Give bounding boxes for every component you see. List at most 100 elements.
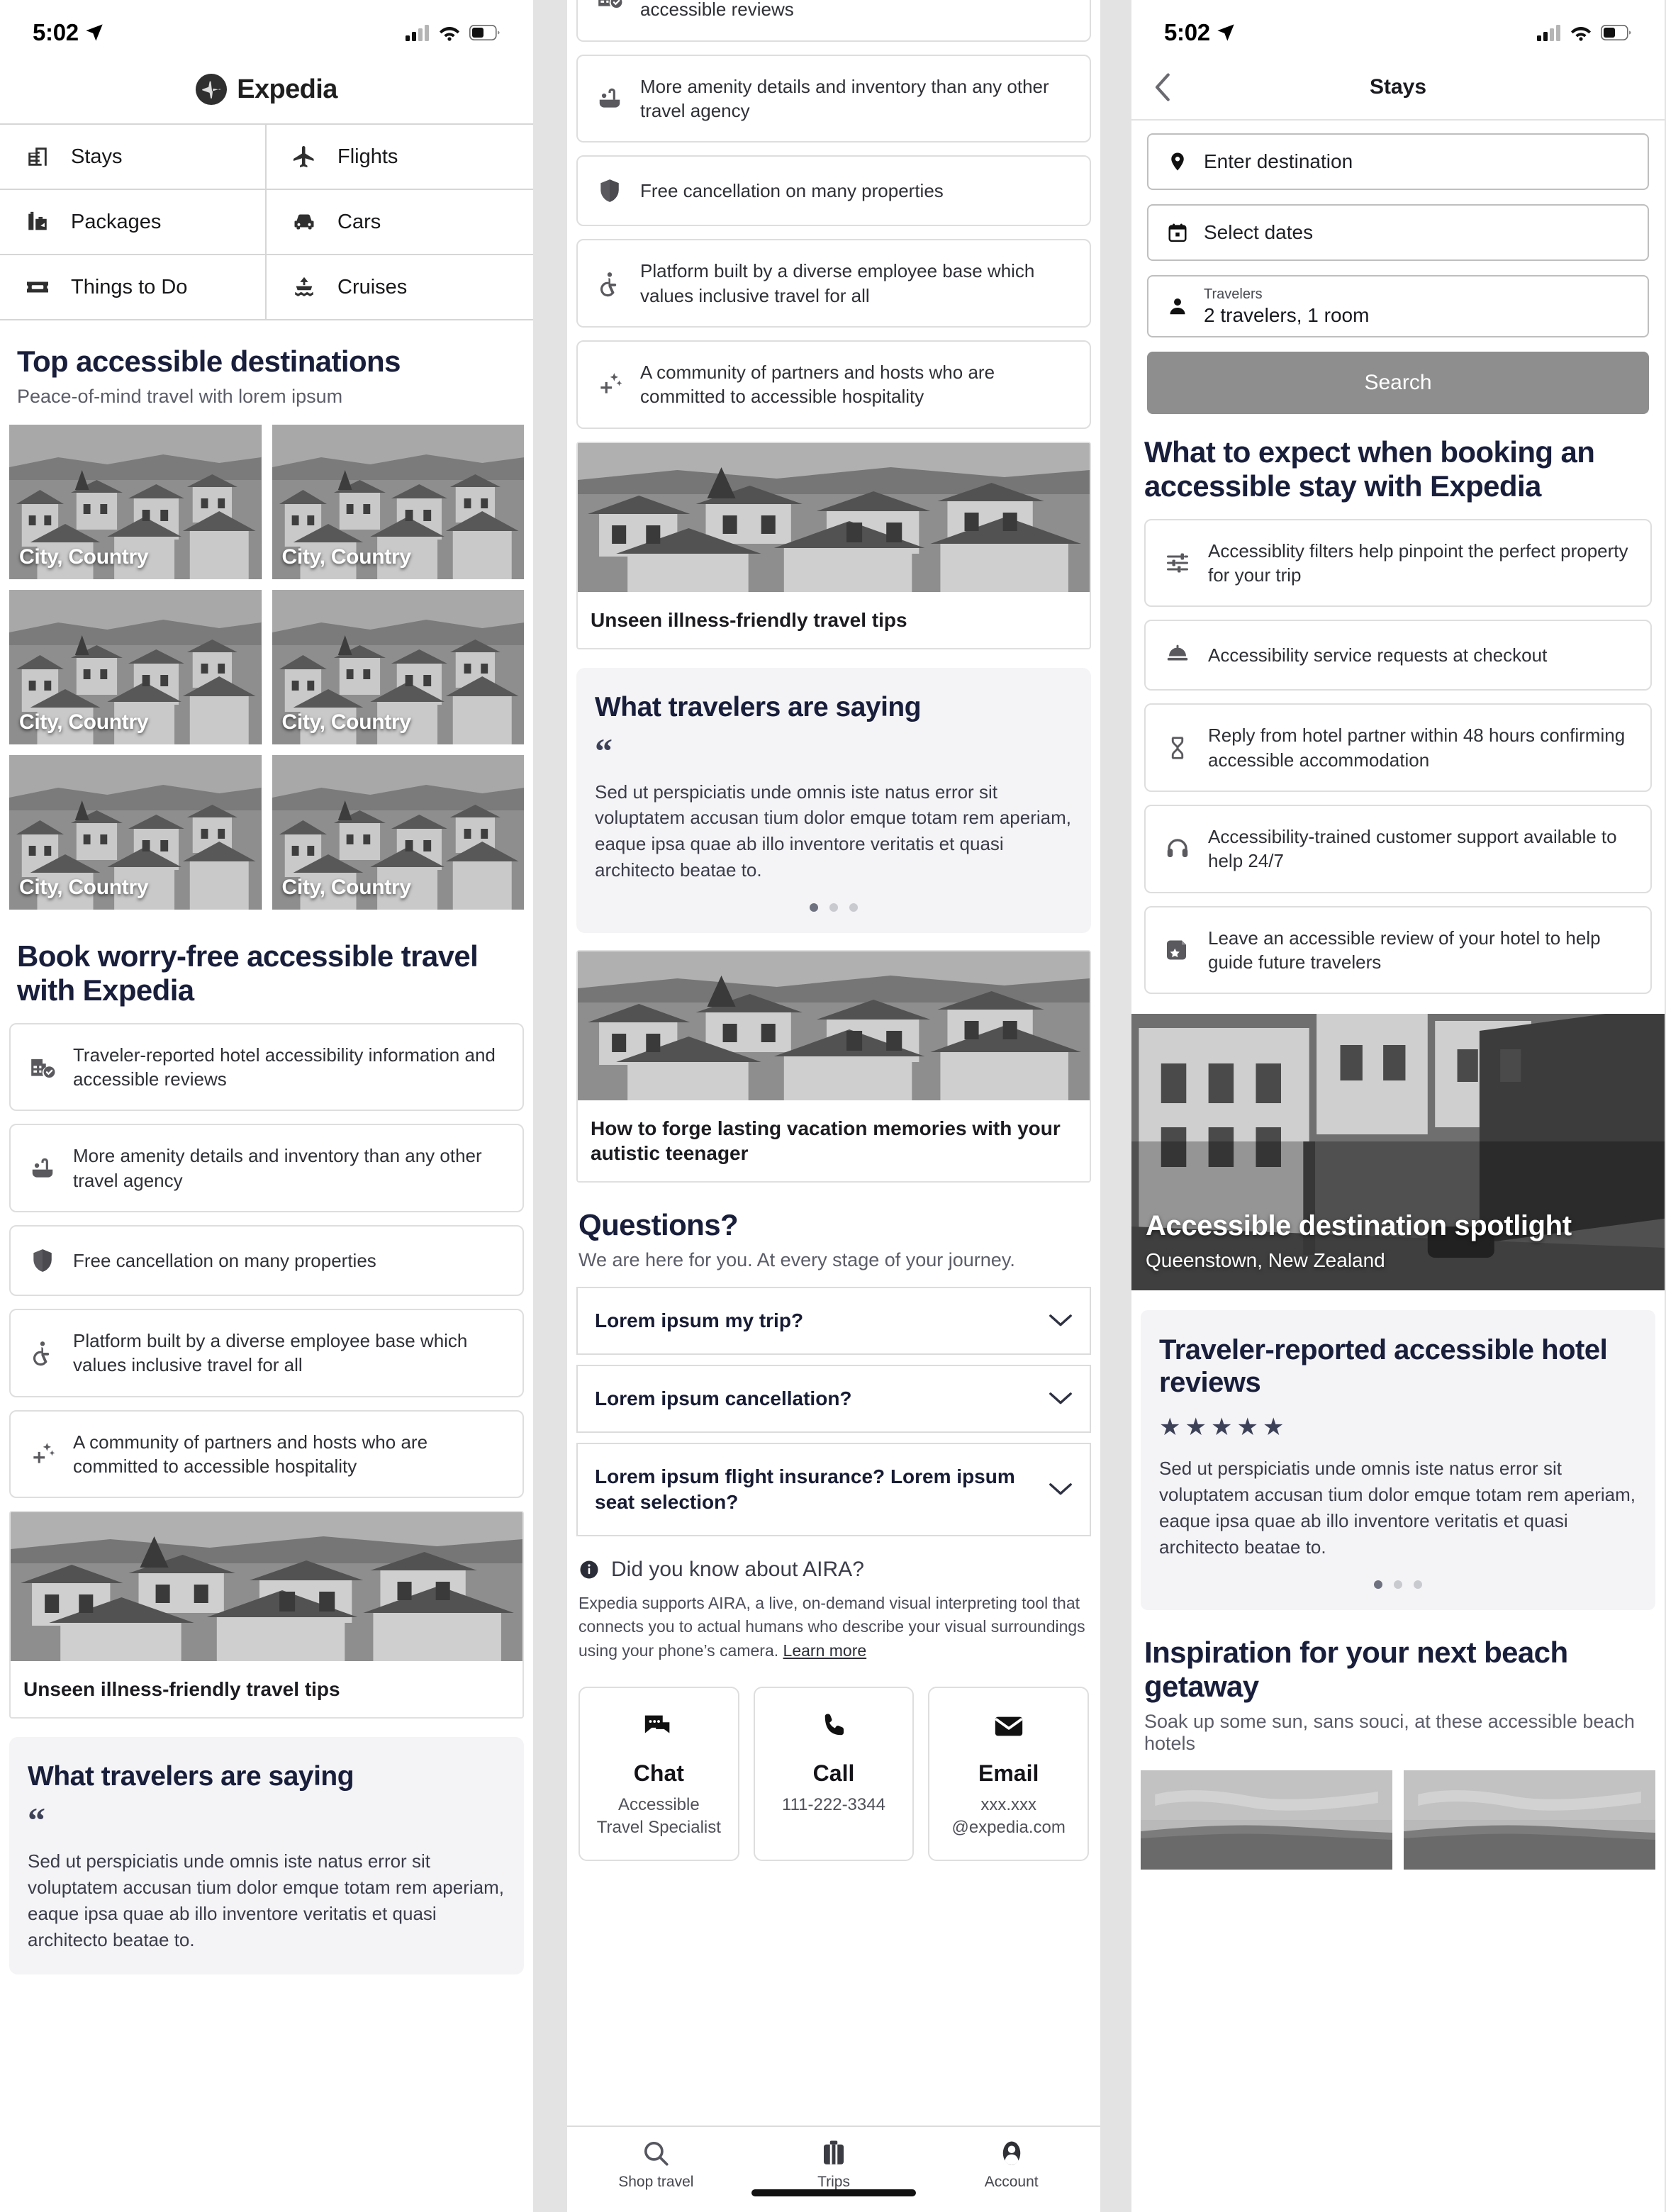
article-caption: Unseen illness-friendly travel tips (23, 1678, 340, 1701)
tab-trips[interactable]: Trips (745, 2138, 923, 2191)
nav-label: Cars (337, 210, 381, 233)
expedia-plane-logo-icon (196, 74, 228, 105)
chevron-down-icon[interactable] (1049, 1313, 1073, 1329)
chat-bubble-icon (588, 1708, 729, 1745)
destination-field[interactable]: Enter destination (1147, 133, 1649, 190)
feature-card[interactable]: More amenity details and inventory than … (9, 1124, 524, 1212)
panel-gap (533, 0, 567, 2212)
feature-card[interactable]: More amenity details and inventory than … (576, 54, 1091, 143)
status-time: 5:02 (33, 19, 79, 45)
spotlight-card[interactable]: Accessible destination spotlight Queenst… (1131, 1014, 1665, 1291)
expect-section-heading: What to expect when booking an accessibl… (1131, 414, 1665, 503)
carousel-dot[interactable] (1394, 1580, 1402, 1590)
travelers-label: Travelers (1204, 286, 1263, 302)
nav-item-cars[interactable]: Cars (267, 190, 533, 255)
primary-nav-grid: Stays Flights Packages Cars Things to Do… (0, 123, 533, 320)
destinations-subtitle: Peace-of-mind travel with lorem ipsum (17, 385, 343, 407)
travelers-value-group: Travelers 2 travelers, 1 room (1204, 286, 1369, 328)
destination-tile[interactable]: City, Country (272, 589, 524, 744)
carousel-dot[interactable] (1414, 1580, 1422, 1590)
nav-item-stays[interactable]: Stays (0, 125, 267, 190)
expect-card[interactable]: Accessiblity filters help pinpoint the p… (1144, 518, 1652, 608)
expect-card[interactable]: Reply from hotel partner within 48 hours… (1144, 703, 1652, 792)
destination-tile[interactable]: City, Country (272, 424, 524, 579)
star-icon: ★ (1236, 1414, 1258, 1441)
nav-item-cruises[interactable]: Cruises (267, 255, 533, 320)
shield-icon (595, 176, 625, 206)
spotlight-title: Accessible destination spotlight (1146, 1210, 1572, 1241)
nav-item-things-to-do[interactable]: Things to Do (0, 255, 267, 320)
beach-tile[interactable] (1404, 1770, 1655, 1870)
location-arrow-icon (1216, 23, 1236, 43)
contact-card-call[interactable]: Call 111-222-3344 (753, 1687, 915, 1861)
carousel-dot[interactable] (849, 903, 858, 912)
faq-row[interactable]: Lorem ipsum my trip? (576, 1287, 1091, 1355)
carousel-dots[interactable] (595, 903, 1073, 912)
beach-subtitle: Soak up some sun, sans souci, at these a… (1144, 1710, 1635, 1754)
article-card[interactable]: Unseen illness-friendly travel tips (576, 441, 1091, 649)
destination-tile[interactable]: City, Country (9, 589, 262, 744)
carousel-dot[interactable] (810, 903, 818, 912)
quote-title: What travelers are saying (595, 691, 922, 722)
nav-label: Things to Do (71, 275, 188, 298)
info-icon (578, 1559, 600, 1580)
article-card[interactable]: How to forge lasting vacation memories w… (576, 950, 1091, 1183)
expect-card[interactable]: Accessibility-trained customer support a… (1144, 805, 1652, 893)
brand-logo[interactable]: Expedia (0, 55, 533, 123)
status-time-group: 5:02 (1164, 19, 1236, 46)
dates-field[interactable]: Select dates (1147, 204, 1649, 261)
faq-row[interactable]: Lorem ipsum flight insurance? Lorem ipsu… (576, 1443, 1091, 1536)
contact-subtitle: xxx.xxx @expedia.com (951, 1795, 1066, 1837)
destination-tile[interactable]: City, Country (9, 754, 262, 910)
feature-card[interactable]: A community of partners and hosts who ar… (9, 1409, 524, 1499)
expect-text: Leave an accessible review of your hotel… (1208, 927, 1601, 973)
contact-card-chat[interactable]: Chat Accessible Travel Specialist (578, 1687, 739, 1861)
feature-card[interactable]: Platform built by a diverse employee bas… (9, 1308, 524, 1397)
feature-card[interactable]: Platform built by a diverse employee bas… (576, 239, 1091, 328)
quote-panel: What travelers are saying “ Sed ut persp… (9, 1737, 524, 1974)
carousel-dot[interactable] (1374, 1580, 1382, 1590)
destination-tile[interactable]: City, Country (9, 424, 262, 579)
chevron-left-icon[interactable] (1153, 72, 1171, 102)
faq-row[interactable]: Lorem ipsum cancellation? (576, 1365, 1091, 1433)
status-bar: 5:02 (0, 0, 533, 55)
feature-card[interactable]: Traveler-reported hotel accessibility in… (576, 0, 1091, 42)
brand-name: Expedia (237, 74, 337, 104)
contact-card-email[interactable]: Email xxx.xxx @expedia.com (928, 1687, 1090, 1861)
sparkle-icon (595, 369, 625, 399)
tab-account[interactable]: Account (922, 2138, 1100, 2191)
chevron-down-icon[interactable] (1049, 1391, 1073, 1407)
article-caption: Unseen illness-friendly travel tips (591, 608, 907, 631)
feature-card[interactable]: Free cancellation on many properties (9, 1224, 524, 1296)
feature-text: Traveler-reported hotel accessibility in… (73, 1044, 496, 1090)
nav-item-packages[interactable]: Packages (0, 190, 267, 255)
stays-search-form: Enter destination Select dates Travelers… (1131, 121, 1665, 414)
feature-text: Platform built by a diverse employee bas… (640, 260, 1035, 306)
location-arrow-icon (84, 23, 104, 43)
bottom-tab-bar: Shop travel Trips Account (567, 2126, 1100, 2212)
carousel-dots[interactable] (1159, 1580, 1637, 1590)
contact-cards: Chat Accessible Travel Specialist Call 1… (567, 1687, 1100, 1861)
travelers-field[interactable]: Travelers 2 travelers, 1 room (1147, 275, 1649, 337)
tab-shop-travel[interactable]: Shop travel (567, 2138, 745, 2191)
feature-card[interactable]: A community of partners and hosts who ar… (576, 340, 1091, 429)
search-button[interactable]: Search (1147, 352, 1649, 414)
worryfree-feature-list: Traveler-reported hotel accessibility in… (0, 1022, 533, 1499)
feature-card[interactable]: Traveler-reported hotel accessibility in… (9, 1022, 524, 1112)
aira-learn-more-link[interactable]: Learn more (783, 1641, 867, 1660)
airplane-icon (291, 143, 318, 170)
expect-card[interactable]: Accessibility service requests at checko… (1144, 620, 1652, 691)
feature-card[interactable]: Free cancellation on many properties (576, 155, 1091, 227)
destination-label: City, Country (281, 544, 412, 569)
nav-header: Stays (1131, 55, 1665, 121)
nav-item-flights[interactable]: Flights (267, 125, 533, 190)
questions-section: Questions? We are here for you. At every… (567, 1183, 1100, 1271)
article-card[interactable]: Unseen illness-friendly travel tips (9, 1511, 524, 1719)
carousel-dot[interactable] (829, 903, 838, 912)
shield-icon (28, 1246, 57, 1275)
beach-tile[interactable] (1141, 1770, 1392, 1870)
feature-text: A community of partners and hosts who ar… (73, 1431, 428, 1477)
expect-card[interactable]: Leave an accessible review of your hotel… (1144, 905, 1652, 995)
chevron-down-icon[interactable] (1049, 1482, 1073, 1497)
destination-tile[interactable]: City, Country (272, 754, 524, 910)
